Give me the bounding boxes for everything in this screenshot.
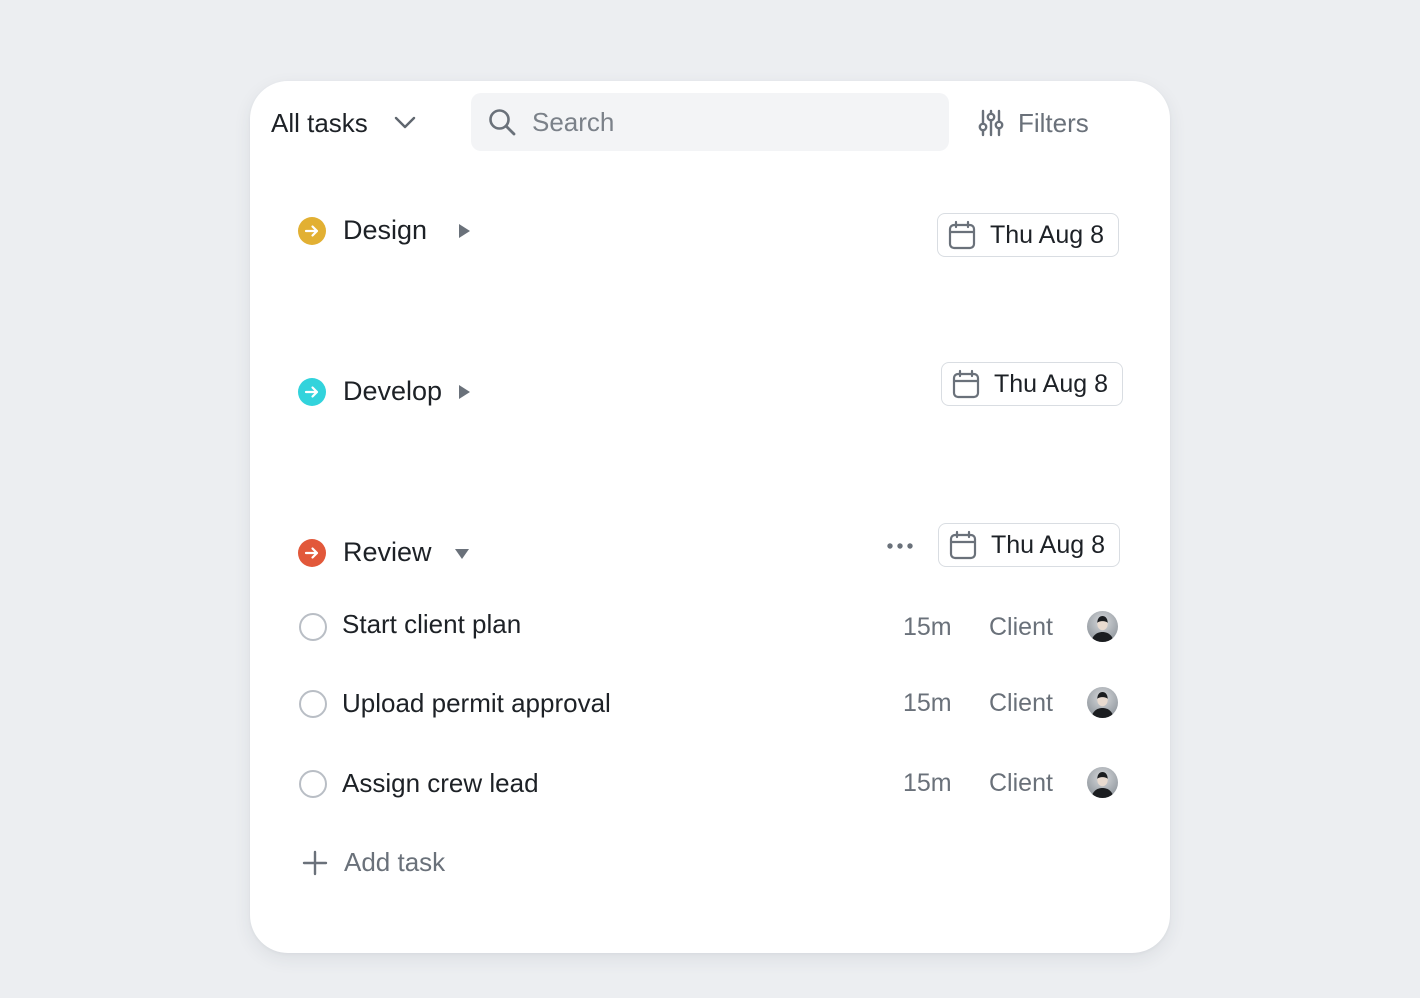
arrow-right-icon [304, 547, 319, 559]
task-checkbox[interactable] [299, 770, 327, 798]
expand-right-icon[interactable] [457, 384, 471, 400]
review-status-icon [298, 539, 326, 567]
arrow-right-icon [304, 225, 319, 237]
task-duration: 15m [903, 613, 952, 641]
add-task-label: Add task [344, 847, 446, 877]
expand-right-icon[interactable] [457, 223, 471, 239]
review-date-chip[interactable]: Thu Aug 8 [938, 523, 1120, 567]
develop-date-chip[interactable]: Thu Aug 8 [941, 362, 1123, 406]
task-title[interactable]: Upload permit approval [342, 688, 611, 719]
person-avatar-icon [1091, 772, 1114, 798]
task-duration: 15m [903, 689, 952, 717]
person-avatar-icon [1091, 616, 1114, 642]
more-icon[interactable] [886, 541, 914, 551]
task-tag[interactable]: Client [989, 689, 1053, 718]
search-icon [489, 109, 516, 136]
avatar[interactable] [1087, 611, 1118, 642]
chevron-down-icon [394, 116, 416, 129]
calendar-icon [949, 530, 977, 560]
design-date-chip[interactable]: Thu Aug 8 [937, 213, 1119, 257]
filters-label: Filters [1018, 107, 1089, 138]
section-title-develop: Develop [343, 376, 443, 406]
develop-date-label: Thu Aug 8 [994, 369, 1108, 398]
sliders-icon [978, 109, 1004, 137]
task-scope-dropdown[interactable]: All tasks [271, 103, 416, 143]
task-title[interactable]: Start client plan [342, 609, 521, 640]
filters-button[interactable]: Filters [978, 103, 1089, 143]
search-input[interactable] [532, 106, 932, 138]
develop-status-icon [298, 378, 326, 406]
plus-icon [302, 850, 328, 875]
person-avatar-icon [1091, 692, 1114, 718]
task-tag[interactable]: Client [989, 613, 1053, 642]
section-title-review: Review [343, 537, 432, 567]
design-date-label: Thu Aug 8 [990, 220, 1104, 249]
task-checkbox[interactable] [299, 613, 327, 641]
task-card: All tasks Filters Design [250, 81, 1170, 953]
task-scope-label: All tasks [271, 107, 368, 138]
avatar[interactable] [1087, 687, 1118, 718]
section-title-design: Design [343, 215, 428, 245]
avatar[interactable] [1087, 767, 1118, 798]
arrow-right-icon [304, 386, 319, 398]
calendar-icon [948, 220, 976, 250]
add-task-button[interactable]: Add task [302, 847, 445, 878]
task-duration: 15m [903, 769, 952, 797]
task-checkbox[interactable] [299, 690, 327, 718]
calendar-icon [952, 369, 980, 399]
collapse-down-icon[interactable] [453, 547, 471, 561]
search-box[interactable] [471, 93, 949, 151]
task-tag[interactable]: Client [989, 769, 1053, 798]
task-title[interactable]: Assign crew lead [342, 768, 539, 799]
review-date-label: Thu Aug 8 [991, 530, 1105, 559]
design-status-icon [298, 217, 326, 245]
